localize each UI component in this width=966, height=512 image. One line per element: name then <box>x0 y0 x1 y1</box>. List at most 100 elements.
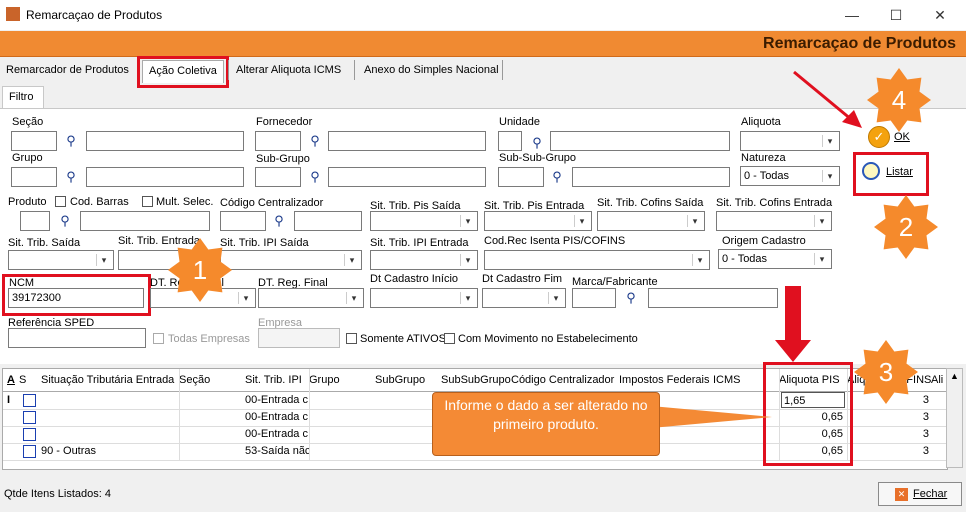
col-header-ali[interactable]: Ali <box>931 369 943 391</box>
label-todas-empresas: Todas Empresas <box>168 333 250 345</box>
codigo-centralizador-input[interactable] <box>220 211 266 231</box>
marca-input[interactable] <box>572 288 616 308</box>
label-cod-barras: Cod. Barras <box>70 196 129 208</box>
tab-alterar-aliquota[interactable]: Alterar Aliquota ICMS <box>230 60 347 82</box>
subgrupo-search-icon[interactable]: ⚲ <box>306 169 324 185</box>
empresa-input[interactable] <box>258 328 340 348</box>
com-movimento-checkbox[interactable] <box>444 333 455 344</box>
fornecedor-search-icon[interactable]: ⚲ <box>306 133 324 149</box>
close-button[interactable]: ✕ <box>920 4 960 26</box>
label-dt-cadastro-inicio: Dt Cadastro Início <box>370 273 459 285</box>
natureza-select[interactable]: 0 - Todas ▾ <box>740 166 840 186</box>
table-cell: 00-Entrada c <box>245 394 308 406</box>
sit-trib-cofins-entrada-select[interactable]: ▾ <box>716 211 832 231</box>
dt-cadastro-fim-select[interactable]: ▾ <box>482 288 566 308</box>
table-cell: 3 <box>922 411 929 423</box>
fornecedor-input[interactable] <box>255 131 301 151</box>
centralizador-search-icon[interactable]: ⚲ <box>270 213 288 229</box>
cod-rec-isenta-select[interactable]: ▾ <box>484 250 710 270</box>
label-secao: Seção <box>12 116 44 128</box>
somente-ativos-checkbox[interactable] <box>346 333 357 344</box>
col-divider <box>179 369 180 461</box>
produto-desc-input[interactable] <box>80 211 210 231</box>
centralizador-desc-input[interactable] <box>294 211 362 231</box>
produto-input[interactable] <box>20 211 50 231</box>
window-title: Remarcaçao de Produtos <box>26 8 163 22</box>
ok-icon[interactable]: ✓ <box>868 126 890 148</box>
aliquota-select[interactable]: ▾ <box>740 131 840 151</box>
sit-trib-cofins-saida-select[interactable]: ▾ <box>597 211 705 231</box>
sit-trib-pis-saida-select[interactable]: ▾ <box>370 211 478 231</box>
col-header-grupo[interactable]: Grupo <box>309 369 340 391</box>
maximize-button[interactable]: ☐ <box>876 4 916 26</box>
label-sit-trib-cofins-saida: Sit. Trib. Cofins Saída <box>597 197 704 209</box>
col-header-sit-entrada[interactable]: Situação Tributária Entrada <box>41 369 174 391</box>
produto-search-icon[interactable]: ⚲ <box>56 213 74 229</box>
fornecedor-desc-input[interactable] <box>328 131 486 151</box>
minimize-button[interactable]: — <box>832 4 872 26</box>
referencia-sped-input[interactable] <box>8 328 146 348</box>
row-cursor: I <box>7 394 11 406</box>
dt-cadastro-inicio-select[interactable]: ▾ <box>370 288 478 308</box>
ncm-highlight <box>2 274 151 316</box>
row-checkbox[interactable] <box>23 394 36 407</box>
label-sit-trib-cofins-entrada: Sit. Trib. Cofins Entrada <box>716 197 833 209</box>
grupo-search-icon[interactable]: ⚲ <box>62 169 80 185</box>
marca-search-icon[interactable]: ⚲ <box>622 290 640 306</box>
label-unidade: Unidade <box>499 116 540 128</box>
grupo-desc-input[interactable] <box>86 167 244 187</box>
todas-empresas-checkbox[interactable] <box>153 333 164 344</box>
sit-trib-pis-entrada-select[interactable]: ▾ <box>484 211 592 231</box>
unidade-desc-input[interactable] <box>550 131 730 151</box>
sit-trib-ipi-saida-select[interactable]: ▾ <box>220 250 362 270</box>
unidade-search-icon[interactable]: ⚲ <box>528 135 546 151</box>
origem-cadastro-select[interactable]: 0 - Todas ▾ <box>718 249 832 269</box>
dt-reg-final-select[interactable]: ▾ <box>258 288 364 308</box>
col-header-s[interactable]: S <box>19 369 26 391</box>
col-header-icms[interactable]: ICMS <box>713 369 741 391</box>
col-header-secao[interactable]: Seção <box>179 369 210 391</box>
origem-value: 0 - Todas <box>722 253 768 265</box>
fechar-button[interactable]: ✕ Fechar <box>878 482 962 506</box>
grupo-input[interactable] <box>11 167 57 187</box>
cod-barras-checkbox[interactable] <box>55 196 66 207</box>
subgrupo-desc-input[interactable] <box>328 167 486 187</box>
items-count: Qtde Itens Listados: 4 <box>4 488 112 500</box>
subgrupo-input[interactable] <box>255 167 301 187</box>
subsubgrupo-search-icon[interactable]: ⚲ <box>548 169 566 185</box>
col-header-subgrupo[interactable]: SubGrupo <box>375 369 425 391</box>
subtab-filtro[interactable]: Filtro <box>2 86 44 109</box>
tab-separator <box>228 60 229 80</box>
ok-button[interactable]: OK <box>894 131 910 143</box>
col-header-codigo-centralizador[interactable]: Código Centralizador <box>511 369 614 391</box>
table-cell: 3 <box>922 394 929 406</box>
app-icon <box>6 7 20 21</box>
secao-desc-input[interactable] <box>86 131 244 151</box>
subsubgrupo-desc-input[interactable] <box>572 167 730 187</box>
row-checkbox[interactable] <box>23 428 36 441</box>
secao-input[interactable] <box>11 131 57 151</box>
col-header-impostos-federais[interactable]: Impostos Federais <box>619 369 709 391</box>
grid-scrollbar[interactable]: ▲ <box>946 368 963 468</box>
secao-search-icon[interactable]: ⚲ <box>62 133 80 149</box>
label-aliquota: Aliquota <box>741 116 781 128</box>
listar-button[interactable]: Listar <box>860 160 918 186</box>
col-header-sit-ipi[interactable]: Sit. Trib. IPI <box>245 369 302 391</box>
scroll-up-icon[interactable]: ▲ <box>950 371 959 381</box>
label-dt-cadastro-fim: Dt Cadastro Fim <box>482 273 563 285</box>
sit-trib-ipi-entrada-select[interactable]: ▾ <box>370 250 478 270</box>
marca-desc-input[interactable] <box>648 288 778 308</box>
col-header-a[interactable]: A <box>7 369 15 391</box>
arrow-down-head <box>775 340 811 362</box>
row-checkbox[interactable] <box>23 411 36 424</box>
subsubgrupo-input[interactable] <box>498 167 544 187</box>
table-cell: 53-Saída nãc <box>245 445 309 457</box>
unidade-input[interactable] <box>498 131 522 151</box>
tab-remarcador[interactable]: Remarcador de Produtos <box>0 60 135 82</box>
tab-anexo-simples[interactable]: Anexo do Simples Nacional <box>358 60 505 82</box>
col-header-subsubgrupo[interactable]: SubSubGrupo <box>441 369 511 391</box>
table-cell: 3 <box>922 428 929 440</box>
sit-trib-saida-select[interactable]: ▾ <box>8 250 114 270</box>
mult-selec-checkbox[interactable] <box>142 196 153 207</box>
row-checkbox[interactable] <box>23 445 36 458</box>
